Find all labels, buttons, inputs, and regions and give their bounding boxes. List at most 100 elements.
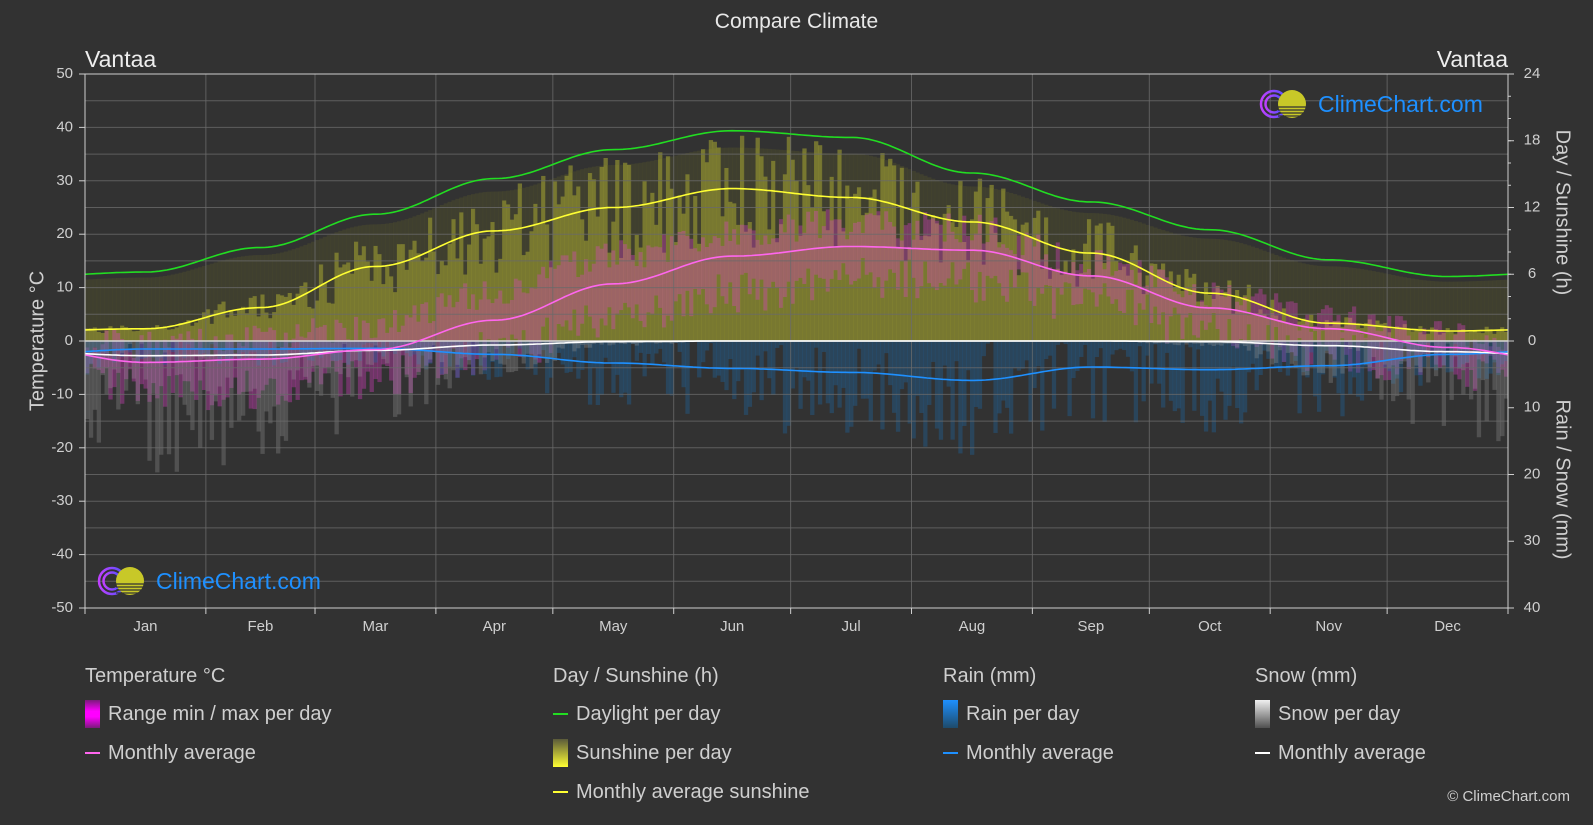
rain-bar	[712, 341, 717, 378]
snow-bar	[1375, 341, 1380, 379]
rain-bar	[853, 341, 858, 406]
snow-bar	[1480, 341, 1486, 381]
temp-range-bar	[591, 263, 597, 329]
rain-bar	[1040, 341, 1045, 431]
temp-range-bar	[950, 231, 955, 263]
temp-range-bar	[623, 244, 628, 303]
temp-range-bar	[1223, 297, 1228, 341]
temp-range-bar	[845, 239, 850, 275]
rain-bar	[1344, 341, 1349, 367]
snow-bar	[1398, 341, 1404, 364]
snow-bar	[556, 341, 562, 348]
rain-bar	[790, 341, 795, 389]
temp-range-bar	[977, 214, 983, 272]
rain-bar	[856, 341, 862, 349]
rain-bar	[775, 341, 780, 348]
rain-bar	[755, 341, 760, 356]
logo-text: ClimeChart.com	[156, 567, 321, 594]
snow-bar	[272, 341, 277, 407]
temp-range-bar	[837, 219, 842, 280]
temp-range-bar	[981, 243, 986, 301]
temp-range-bar	[1363, 337, 1369, 340]
sunshine-bar	[326, 302, 332, 341]
temp-range-bar	[1125, 263, 1131, 290]
snow-bar	[295, 341, 300, 371]
snow-bar	[404, 341, 409, 378]
temp-range-bar	[556, 265, 562, 324]
daylight-bar	[1465, 281, 1470, 341]
rain-bar	[623, 341, 628, 393]
temp-range-bar	[689, 238, 694, 317]
temp-range-bar	[521, 292, 526, 331]
temp-range-bar	[989, 221, 994, 279]
rain-bar	[767, 341, 772, 379]
rain-bar	[1133, 341, 1139, 423]
legend-item-rain: Rain per day	[943, 700, 1114, 728]
rain-bar	[739, 341, 745, 370]
sunshine-bar	[1320, 330, 1326, 341]
rain-bar	[1090, 341, 1096, 419]
snow-swatch-icon	[1255, 700, 1270, 728]
temp-range-bar	[993, 217, 998, 276]
temp-range-bar	[1297, 330, 1302, 339]
sunshine-bar	[127, 329, 133, 341]
right-bottom-tick-label: 30	[1524, 532, 1541, 549]
sunshine-bar	[162, 326, 168, 341]
snow-bar	[182, 341, 187, 405]
rain-bar	[962, 341, 967, 426]
sunshine-bar	[143, 328, 148, 341]
daylight-bar	[1480, 280, 1486, 341]
legend-sunshine: Day / Sunshine (h) Daylight per day Suns…	[553, 662, 809, 817]
month-label-may: May	[599, 618, 628, 635]
snow-bar	[330, 341, 335, 398]
temp-range-bar	[798, 225, 803, 278]
rain-bar	[1102, 341, 1107, 422]
temp-range-bar	[361, 320, 367, 389]
temp-range-bar	[389, 327, 394, 381]
temp-range-bar	[829, 220, 834, 279]
rain-bar	[806, 341, 811, 381]
temp-range-bar	[704, 247, 710, 305]
left-tick-label: 10	[56, 279, 73, 296]
legend-label: Range min / max per day	[108, 703, 332, 725]
rain-bar	[1192, 341, 1197, 411]
month-label-mar: Mar	[363, 618, 389, 635]
sunshine-bar	[217, 304, 222, 341]
temp-range-bar	[697, 251, 702, 295]
temp-range-bar	[708, 243, 714, 314]
left-tick-label: -10	[51, 385, 73, 402]
temp-range-bar	[626, 248, 632, 308]
snow-bar	[159, 341, 164, 455]
snow-bar	[116, 341, 121, 410]
legend-label: Sunshine per day	[576, 742, 732, 764]
snow-bar	[108, 341, 113, 389]
rain-bar	[1110, 341, 1115, 355]
temp-range-bar	[743, 225, 749, 273]
logo-text: ClimeChart.com	[1318, 90, 1483, 117]
rain-swatch-icon	[943, 700, 958, 728]
temp-range-bar	[1200, 300, 1205, 321]
logo-top-right[interactable]: ClimeChart.com	[1258, 88, 1483, 120]
rain-bar	[817, 341, 823, 405]
daylight-bar	[1426, 280, 1431, 341]
snow-bar	[537, 341, 542, 355]
temp-range-bar	[1122, 264, 1127, 313]
snow-bar	[252, 341, 257, 389]
rain-bar	[1071, 341, 1076, 379]
logo-bottom-left[interactable]: ClimeChart.com	[96, 565, 321, 597]
sunshine-bar	[299, 285, 304, 341]
legend-item-sunshine: Sunshine per day	[553, 739, 809, 767]
rain-bar	[747, 341, 753, 407]
sunshine-bar	[194, 322, 199, 341]
snow-bar	[96, 341, 101, 443]
snow-bar	[85, 341, 90, 420]
snow-bar	[350, 341, 355, 397]
rain-bar	[646, 341, 651, 354]
month-label-jul: Jul	[841, 618, 860, 635]
legend-label: Monthly average	[108, 742, 256, 764]
rain-bar	[1207, 341, 1213, 401]
rain-bar	[595, 341, 601, 406]
rain-bar	[845, 341, 850, 433]
snow-bar	[283, 341, 289, 441]
sunshine-bar	[966, 260, 971, 341]
